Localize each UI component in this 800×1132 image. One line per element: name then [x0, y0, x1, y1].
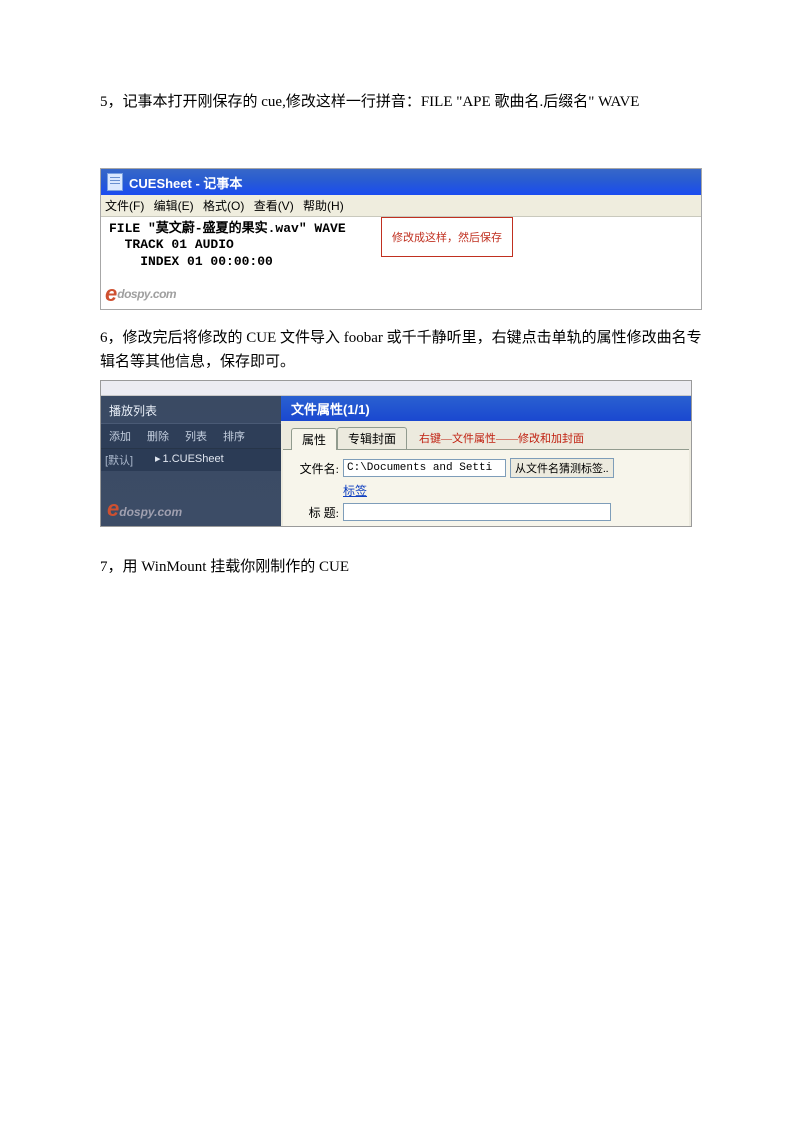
- playlist-toolbar: 添加 删除 列表 排序: [101, 423, 281, 449]
- window-title: CUESheet - 记事本: [129, 173, 242, 192]
- menu-help[interactable]: 帮助(H): [303, 199, 344, 213]
- btn-add[interactable]: 添加: [101, 424, 139, 448]
- play-icon: ▸: [155, 453, 161, 465]
- properties-tabs: 属性 专辑封面 右键—文件属性——修改和加封面: [281, 421, 691, 449]
- guess-tags-button[interactable]: 从文件名猜测标签..: [510, 458, 614, 478]
- menu-view[interactable]: 查看(V): [254, 199, 294, 213]
- input-filename[interactable]: C:\Documents and Setti: [343, 459, 506, 477]
- watermark-left: edospy.com: [107, 496, 182, 522]
- label-title: 标 题:: [291, 504, 339, 521]
- callout-box: 修改成这样，然后保存: [381, 217, 513, 257]
- watermark-e-icon: e: [105, 281, 117, 307]
- playlist-header: 播放列表: [101, 396, 281, 423]
- titlebar[interactable]: CUESheet - 记事本: [101, 169, 701, 195]
- notepad-window: CUESheet - 记事本 文件(F) 编辑(E) 格式(O) 查看(V) 帮…: [100, 168, 702, 310]
- label-filename: 文件名:: [291, 460, 339, 477]
- window-top-border: [101, 381, 691, 396]
- watermark: e dospy.com: [105, 281, 176, 307]
- notepad-icon: [107, 173, 123, 191]
- tags-link[interactable]: 标签: [343, 482, 681, 499]
- btn-sort[interactable]: 排序: [215, 424, 253, 448]
- watermark-e-icon: e: [107, 496, 119, 521]
- hint-text: 右键—文件属性——修改和加封面: [419, 430, 584, 446]
- properties-title: 文件属性(1/1): [281, 396, 691, 421]
- playlist-pane: 播放列表 添加 删除 列表 排序 [默认] ▸1.CUESheet edospy…: [101, 396, 281, 526]
- btn-delete[interactable]: 删除: [139, 424, 177, 448]
- menu-format[interactable]: 格式(O): [203, 199, 244, 213]
- playlist-row[interactable]: [默认] ▸1.CUESheet: [101, 449, 281, 471]
- properties-window: 播放列表 添加 删除 列表 排序 [默认] ▸1.CUESheet edospy…: [100, 380, 692, 527]
- step-7-text: 7，用 WinMount 挂载你刚制作的 CUE: [100, 555, 710, 579]
- step-6-text: 6，修改完后将修改的 CUE 文件导入 foobar 或千千静听里，右键点击单轨…: [100, 326, 710, 374]
- playlist-default: [默认]: [105, 452, 155, 468]
- step-5-text: 5，记事本打开刚保存的 cue,修改这样一行拼音：FILE "APE 歌曲名.后…: [100, 90, 710, 114]
- track-name: 1.CUESheet: [163, 453, 224, 465]
- tab-attributes[interactable]: 属性: [291, 428, 337, 450]
- notepad-body[interactable]: FILE "莫文蔚-盛夏的果实.wav" WAVE TRACK 01 AUDIO…: [101, 217, 701, 309]
- tab-cover[interactable]: 专辑封面: [337, 427, 407, 449]
- input-title[interactable]: [343, 503, 611, 521]
- menu-file[interactable]: 文件(F): [105, 199, 144, 213]
- menubar: 文件(F) 编辑(E) 格式(O) 查看(V) 帮助(H): [101, 195, 701, 217]
- properties-pane: 文件属性(1/1) 属性 专辑封面 右键—文件属性——修改和加封面 文件名: C…: [281, 396, 691, 526]
- properties-form: 文件名: C:\Documents and Setti 从文件名猜测标签.. 标…: [283, 449, 689, 526]
- btn-list[interactable]: 列表: [177, 424, 215, 448]
- menu-edit[interactable]: 编辑(E): [154, 199, 194, 213]
